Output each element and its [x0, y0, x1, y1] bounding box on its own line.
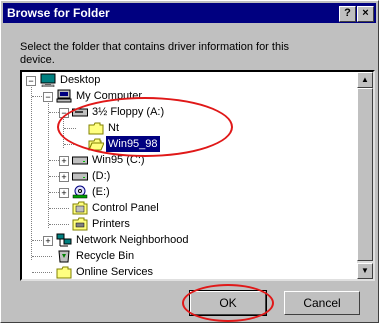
scroll-down-button[interactable]: ▼ [357, 263, 373, 279]
tree-item-label: (D:) [92, 170, 111, 182]
tree-line [49, 160, 59, 161]
tree-item-label: Nt [108, 122, 119, 134]
desktop-icon [40, 73, 56, 92]
tree-item-label: Network Neighborhood [76, 234, 189, 246]
expand-toggle[interactable]: + [43, 236, 53, 246]
help-button[interactable]: ? [339, 6, 356, 22]
tree-item-label: Win95 (C:) [92, 154, 145, 166]
dialog-title: Browse for Folder [7, 6, 110, 20]
tree-item-label: 3½ Floppy (A:) [92, 106, 165, 118]
tree-line [64, 144, 76, 145]
tree-line [32, 272, 52, 273]
expand-toggle[interactable]: + [59, 156, 69, 166]
expand-toggle[interactable]: + [59, 188, 69, 198]
tree-line [49, 192, 59, 193]
tree-item-label: Control Panel [92, 202, 159, 214]
browse-for-folder-dialog: Browse for Folder ? × Select the folder … [0, 0, 379, 323]
tree-line [49, 208, 69, 209]
tree-line [32, 256, 52, 257]
folder-icon [56, 266, 72, 279]
tree-line [32, 240, 42, 241]
tree-item-label: (E:) [92, 186, 110, 198]
tree-line [49, 176, 59, 177]
collapse-toggle[interactable]: − [26, 76, 36, 86]
expand-toggle[interactable]: + [59, 172, 69, 182]
computer-icon [56, 89, 72, 108]
tree-item-label: My Computer [76, 90, 143, 102]
tree-item-label: Online Services [76, 266, 154, 278]
folder-tree[interactable]: − Desktop − My Computer − 3½ Floppy (A:) [20, 70, 375, 281]
instruction-text: Select the folder that contains driver i… [20, 41, 290, 66]
cancel-button[interactable]: Cancel [284, 291, 360, 315]
scroll-thumb[interactable] [357, 88, 373, 261]
collapse-toggle[interactable]: − [43, 92, 53, 102]
floppy-drive-icon [72, 107, 88, 123]
vertical-scrollbar[interactable]: ▲ ▼ [357, 72, 373, 279]
tree-line [64, 128, 76, 129]
tree-item-label: Desktop [60, 74, 101, 86]
recycle-bin-icon [56, 248, 72, 268]
close-button[interactable]: × [357, 6, 374, 22]
tree-line [49, 224, 69, 225]
tree-line [32, 96, 42, 97]
ok-button[interactable]: OK [189, 290, 267, 316]
collapse-toggle[interactable]: − [59, 108, 69, 118]
scroll-up-button[interactable]: ▲ [357, 72, 373, 88]
tree-item-label: Recycle Bin [76, 250, 135, 262]
tree-line [31, 84, 32, 260]
hard-drive-icon [72, 155, 88, 171]
title-bar[interactable]: Browse for Folder ? × [3, 3, 376, 23]
tree-line [49, 112, 59, 113]
tree-item-label: Printers [92, 218, 130, 230]
tree-item-label: Win95_98 [106, 136, 160, 152]
